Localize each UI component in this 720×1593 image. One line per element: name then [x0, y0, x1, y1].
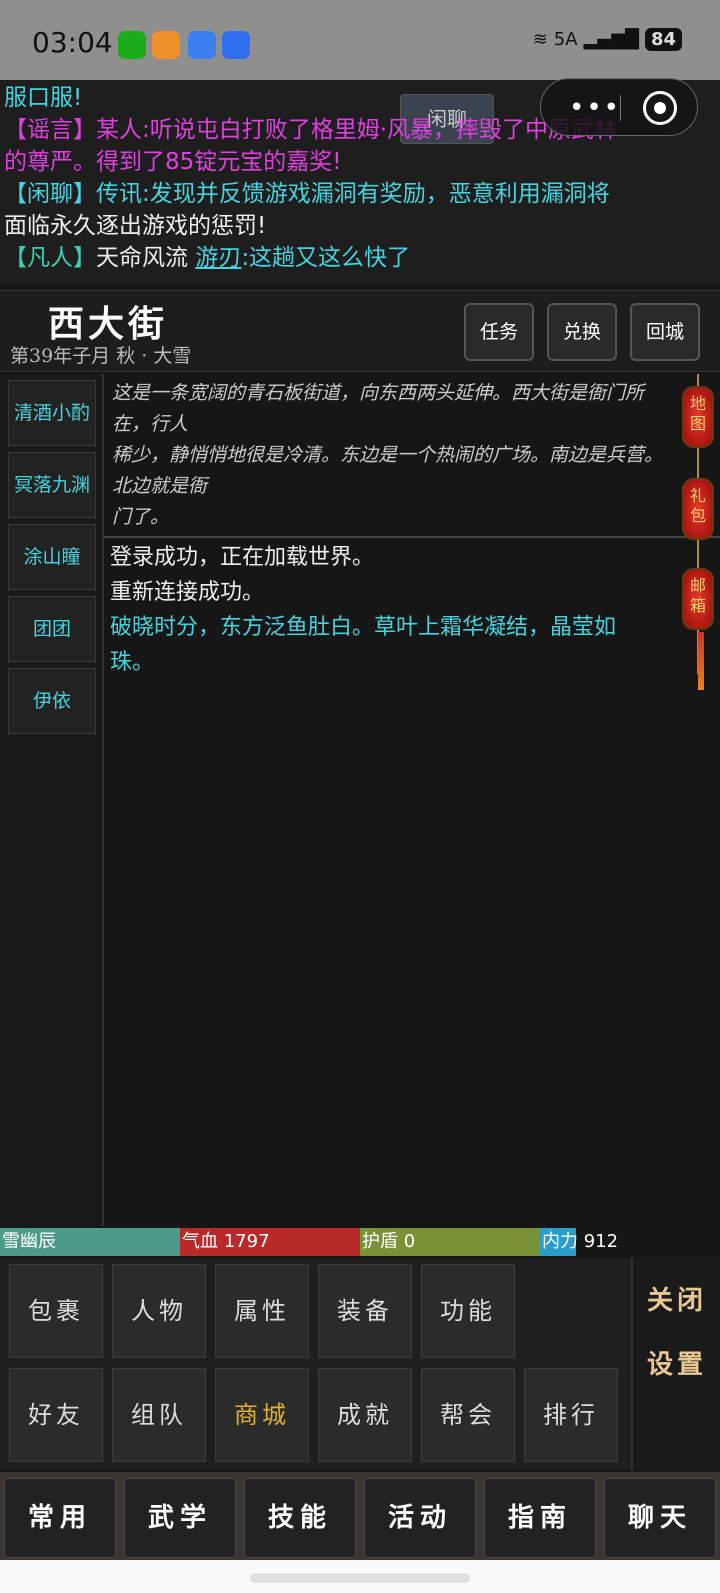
bottom-nav: 常用 武学 技能 活动 指南 聊天 — [0, 1472, 720, 1560]
ranking-button[interactable]: 排行 — [524, 1368, 618, 1462]
game-date: 第39年子月 秋 · 大雪 — [10, 345, 192, 367]
npc-list: 清酒小酌 冥落九渊 涂山瞳 团团 伊依 — [0, 374, 104, 1226]
network-label: 5A — [553, 29, 578, 50]
mp-bar: 内力 912 — [542, 1231, 619, 1252]
close-target-icon[interactable] — [643, 91, 677, 125]
ticker-line-chat: 面临永久逐出游戏的惩罚! — [4, 213, 267, 239]
desc-line: 在，行人 — [112, 413, 189, 435]
side-panel: 关闭 设置 — [631, 1258, 720, 1470]
orange-app-icon — [152, 31, 180, 59]
hp-bar: 气血 1797 — [180, 1228, 360, 1256]
stat-bars: 雪幽辰 气血 1797 护盾 0 内力 912 — [0, 1228, 720, 1256]
friends-button[interactable]: 好友 — [9, 1368, 103, 1462]
signal-icon: ▂▄▆█ — [583, 29, 639, 50]
exchange-button[interactable]: 兑换 — [547, 303, 617, 361]
log-line: 登录成功，正在加载世界。 — [110, 545, 375, 570]
gift-lantern-label: 礼包 — [689, 486, 706, 525]
npc-item[interactable]: 伊依 — [8, 668, 96, 734]
miniprogram-capsule[interactable]: ••• — [540, 78, 698, 136]
more-icon[interactable]: ••• — [569, 93, 621, 123]
desc-line: 稀少，静悄悄地很是冷清。东边是一个热闹的广场。南边是兵营。 — [112, 444, 664, 466]
close-button[interactable]: 关闭 — [647, 1280, 707, 1317]
wechat-icon — [118, 31, 146, 59]
quest-button[interactable]: 任务 — [464, 303, 534, 361]
log-line: 珠。 — [110, 650, 155, 675]
gift-lantern[interactable]: 礼包 — [682, 478, 714, 540]
desc-line: 这是一条宽阔的青石板街道，向东西两头延伸。西大街是衙门所 — [112, 382, 645, 404]
log-line: 重新连接成功。 — [110, 580, 265, 605]
home-indicator[interactable] — [250, 1573, 470, 1583]
return-city-button[interactable]: 回城 — [630, 303, 700, 361]
ticker-line-rumor: 【谣言】某人:听说屯白打败了格里姆·风暴，摔毁了中原武林 — [4, 117, 618, 143]
location-name: 西大街 — [48, 303, 169, 345]
equipment-button[interactable]: 装备 — [318, 1264, 412, 1358]
map-lantern-label: 地图 — [689, 394, 706, 433]
nav-skills[interactable]: 技能 — [244, 1478, 356, 1558]
ticker-line: 服口服! — [4, 85, 83, 111]
team-button[interactable]: 组队 — [112, 1368, 206, 1462]
mail-lantern-label: 邮箱 — [689, 576, 706, 615]
nav-martial-arts[interactable]: 武学 — [124, 1478, 236, 1558]
inventory-button[interactable]: 包裹 — [9, 1264, 103, 1358]
shop-button[interactable]: 商城 — [215, 1368, 309, 1462]
log-line: 破晓时分，东方泛鱼肚白。草叶上霜华凝结，晶莹如 — [110, 615, 617, 640]
settings-button[interactable]: 设置 — [647, 1344, 707, 1381]
nav-activities[interactable]: 活动 — [364, 1478, 476, 1558]
achievements-button[interactable]: 成就 — [318, 1368, 412, 1462]
nav-guide[interactable]: 指南 — [484, 1478, 596, 1558]
mail-lantern[interactable]: 邮箱 — [682, 568, 714, 630]
character-button[interactable]: 人物 — [112, 1264, 206, 1358]
divider — [104, 536, 720, 538]
map-lantern[interactable]: 地图 — [682, 386, 714, 448]
shield-bar: 护盾 0 — [360, 1228, 540, 1256]
system-icons: ≋ 5A ▂▄▆█ 84 — [533, 28, 682, 51]
voice-icon — [222, 31, 250, 59]
desc-line: 北边就是衙 — [112, 475, 208, 497]
status-bar: 03:04 ≋ 5A ▂▄▆█ 84 — [0, 0, 720, 80]
clock: 03:04 — [32, 26, 113, 59]
capsule-divider — [620, 95, 621, 121]
player-name-bar: 雪幽辰 — [0, 1228, 180, 1256]
ticker-line-chat: 【闲聊】传讯:发现并反馈游戏漏洞有奖励，恶意利用漏洞将 — [4, 181, 610, 207]
nav-chat[interactable]: 聊天 — [604, 1478, 716, 1558]
npc-item[interactable]: 团团 — [8, 596, 96, 662]
location-header: 西大街 第39年子月 秋 · 大雪 任务 兑换 回城 — [0, 290, 720, 372]
nav-common[interactable]: 常用 — [4, 1478, 116, 1558]
desc-line: 门了。 — [112, 506, 170, 528]
battery-level: 84 — [644, 28, 682, 51]
npc-item[interactable]: 清酒小酌 — [8, 380, 96, 446]
npc-item[interactable]: 冥落九渊 — [8, 452, 96, 518]
lantern-tassel — [698, 632, 704, 690]
ticker-line-mortal: 【凡人】天命风流 游刃:这趟又这么快了 — [4, 245, 411, 271]
guild-button[interactable]: 帮会 — [421, 1368, 515, 1462]
message-icon — [188, 31, 216, 59]
npc-item[interactable]: 涂山瞳 — [8, 524, 96, 590]
ticker-line-rumor: 的尊严。得到了85锭元宝的嘉奖! — [4, 149, 342, 175]
message-log: 登录成功，正在加载世界。 重新连接成功。 破晓时分，东方泛鱼肚白。草叶上霜华凝结… — [110, 540, 690, 680]
attributes-button[interactable]: 属性 — [215, 1264, 309, 1358]
location-description: 这是一条宽阔的青石板街道，向东西两头延伸。西大街是衙门所 在，行人 稀少，静悄悄… — [106, 378, 686, 533]
player-link[interactable]: 游刃 — [195, 245, 241, 271]
functions-button[interactable]: 功能 — [421, 1264, 515, 1358]
action-menu: 包裹 人物 属性 装备 功能 好友 组队 商城 成就 帮会 排行 关闭 设置 — [0, 1258, 720, 1470]
wifi-icon: ≋ — [532, 29, 548, 50]
